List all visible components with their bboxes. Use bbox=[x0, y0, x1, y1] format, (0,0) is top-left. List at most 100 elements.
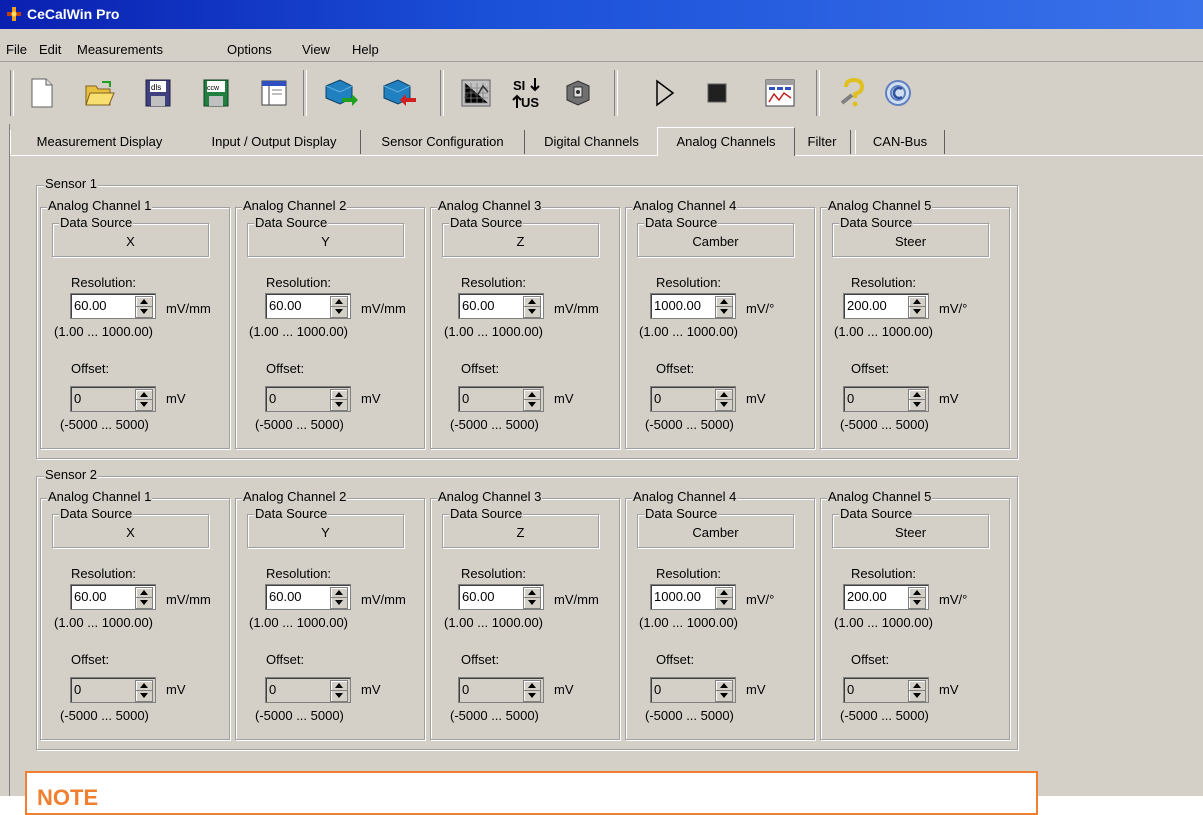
spin-down-arrow-icon[interactable] bbox=[528, 600, 536, 605]
resolution-spin-buttons[interactable] bbox=[523, 296, 541, 318]
offset-value[interactable]: 0 bbox=[654, 682, 661, 697]
offset-spinbox[interactable]: 0 bbox=[650, 677, 736, 703]
new-button[interactable] bbox=[22, 74, 62, 112]
resolution-value[interactable]: 60.00 bbox=[74, 589, 107, 604]
resolution-spin-buttons[interactable] bbox=[330, 296, 348, 318]
offset-spinbox[interactable]: 0 bbox=[458, 386, 544, 412]
spin-down-arrow-icon[interactable] bbox=[140, 309, 148, 314]
resolution-spinbox[interactable]: 60.00 bbox=[70, 293, 156, 319]
graph-button[interactable] bbox=[456, 74, 496, 112]
offset-spin-buttons[interactable] bbox=[908, 680, 926, 702]
spin-up-arrow-icon[interactable] bbox=[720, 392, 728, 397]
spin-down-arrow-icon[interactable] bbox=[720, 402, 728, 407]
offset-spinbox[interactable]: 0 bbox=[70, 677, 156, 703]
resolution-value[interactable]: 60.00 bbox=[462, 589, 495, 604]
spin-up-arrow-icon[interactable] bbox=[528, 392, 536, 397]
menu-edit[interactable]: Edit bbox=[39, 42, 61, 57]
resolution-spin-buttons[interactable] bbox=[330, 587, 348, 609]
spin-up-arrow-icon[interactable] bbox=[335, 299, 343, 304]
chart-window-button[interactable] bbox=[760, 74, 800, 112]
tab-sensor-configuration[interactable]: Sensor Configuration bbox=[361, 130, 525, 154]
resolution-value[interactable]: 1000.00 bbox=[654, 298, 701, 313]
offset-spin-buttons[interactable] bbox=[523, 389, 541, 411]
menu-options[interactable]: Options bbox=[227, 42, 272, 57]
spin-up-arrow-icon[interactable] bbox=[528, 683, 536, 688]
spin-up-arrow-icon[interactable] bbox=[913, 590, 921, 595]
tab-analog-channels[interactable]: Analog Channels bbox=[657, 127, 795, 156]
offset-value[interactable]: 0 bbox=[74, 682, 81, 697]
resolution-value[interactable]: 60.00 bbox=[462, 298, 495, 313]
spin-down-arrow-icon[interactable] bbox=[720, 309, 728, 314]
offset-spin-buttons[interactable] bbox=[715, 389, 733, 411]
spin-down-arrow-icon[interactable] bbox=[720, 693, 728, 698]
offset-value[interactable]: 0 bbox=[74, 391, 81, 406]
menu-measurements[interactable]: Measurements bbox=[77, 42, 163, 57]
spin-up-arrow-icon[interactable] bbox=[913, 683, 921, 688]
resolution-spinbox[interactable]: 1000.00 bbox=[650, 584, 736, 610]
disconnect-button[interactable] bbox=[378, 74, 418, 112]
tab-digital-channels[interactable]: Digital Channels bbox=[525, 130, 659, 154]
spin-up-arrow-icon[interactable] bbox=[140, 590, 148, 595]
offset-spin-buttons[interactable] bbox=[330, 389, 348, 411]
offset-spinbox[interactable]: 0 bbox=[843, 386, 929, 412]
spin-up-arrow-icon[interactable] bbox=[913, 299, 921, 304]
resolution-spinbox[interactable]: 60.00 bbox=[265, 293, 351, 319]
resolution-value[interactable]: 60.00 bbox=[74, 298, 107, 313]
spin-up-arrow-icon[interactable] bbox=[335, 392, 343, 397]
resolution-spin-buttons[interactable] bbox=[135, 587, 153, 609]
resolution-spinbox[interactable]: 60.00 bbox=[458, 584, 544, 610]
spin-down-arrow-icon[interactable] bbox=[335, 600, 343, 605]
resolution-value[interactable]: 200.00 bbox=[847, 589, 887, 604]
spin-up-arrow-icon[interactable] bbox=[913, 392, 921, 397]
resolution-spin-buttons[interactable] bbox=[135, 296, 153, 318]
resolution-spin-buttons[interactable] bbox=[523, 587, 541, 609]
resolution-value[interactable]: 60.00 bbox=[269, 589, 302, 604]
offset-value[interactable]: 0 bbox=[462, 391, 469, 406]
spin-down-arrow-icon[interactable] bbox=[335, 402, 343, 407]
offset-spinbox[interactable]: 0 bbox=[265, 677, 351, 703]
offset-spin-buttons[interactable] bbox=[330, 680, 348, 702]
spin-down-arrow-icon[interactable] bbox=[913, 309, 921, 314]
spin-down-arrow-icon[interactable] bbox=[528, 309, 536, 314]
spin-down-arrow-icon[interactable] bbox=[720, 600, 728, 605]
offset-value[interactable]: 0 bbox=[847, 391, 854, 406]
offset-spinbox[interactable]: 0 bbox=[843, 677, 929, 703]
si-us-button[interactable]: SI US bbox=[508, 74, 548, 112]
offset-value[interactable]: 0 bbox=[462, 682, 469, 697]
spin-up-arrow-icon[interactable] bbox=[140, 683, 148, 688]
resolution-value[interactable]: 1000.00 bbox=[654, 589, 701, 604]
about-button[interactable] bbox=[878, 74, 918, 112]
spin-down-arrow-icon[interactable] bbox=[528, 402, 536, 407]
offset-spinbox[interactable]: 0 bbox=[458, 677, 544, 703]
save-dls-button[interactable]: dls bbox=[138, 74, 178, 112]
spin-up-arrow-icon[interactable] bbox=[720, 683, 728, 688]
spin-up-arrow-icon[interactable] bbox=[335, 590, 343, 595]
tab-input-output-display[interactable]: Input / Output Display bbox=[188, 130, 361, 154]
offset-value[interactable]: 0 bbox=[654, 391, 661, 406]
spin-up-arrow-icon[interactable] bbox=[528, 299, 536, 304]
resolution-spinbox[interactable]: 200.00 bbox=[843, 293, 929, 319]
offset-spin-buttons[interactable] bbox=[135, 680, 153, 702]
spin-down-arrow-icon[interactable] bbox=[140, 600, 148, 605]
resolution-value[interactable]: 60.00 bbox=[269, 298, 302, 313]
offset-spinbox[interactable]: 0 bbox=[70, 386, 156, 412]
resolution-spin-buttons[interactable] bbox=[908, 296, 926, 318]
resolution-spin-buttons[interactable] bbox=[715, 587, 733, 609]
offset-spin-buttons[interactable] bbox=[135, 389, 153, 411]
resolution-spinbox[interactable]: 1000.00 bbox=[650, 293, 736, 319]
sensor-button[interactable] bbox=[558, 74, 598, 112]
offset-spin-buttons[interactable] bbox=[908, 389, 926, 411]
offset-spinbox[interactable]: 0 bbox=[265, 386, 351, 412]
resolution-spinbox[interactable]: 200.00 bbox=[843, 584, 929, 610]
resolution-value[interactable]: 200.00 bbox=[847, 298, 887, 313]
offset-value[interactable]: 0 bbox=[847, 682, 854, 697]
spin-down-arrow-icon[interactable] bbox=[140, 402, 148, 407]
spin-down-arrow-icon[interactable] bbox=[335, 693, 343, 698]
connect-button[interactable] bbox=[320, 74, 360, 112]
resolution-spin-buttons[interactable] bbox=[908, 587, 926, 609]
spin-down-arrow-icon[interactable] bbox=[335, 309, 343, 314]
spin-down-arrow-icon[interactable] bbox=[528, 693, 536, 698]
spin-up-arrow-icon[interactable] bbox=[528, 590, 536, 595]
spin-up-arrow-icon[interactable] bbox=[720, 299, 728, 304]
tab-filter[interactable]: Filter bbox=[794, 130, 851, 154]
